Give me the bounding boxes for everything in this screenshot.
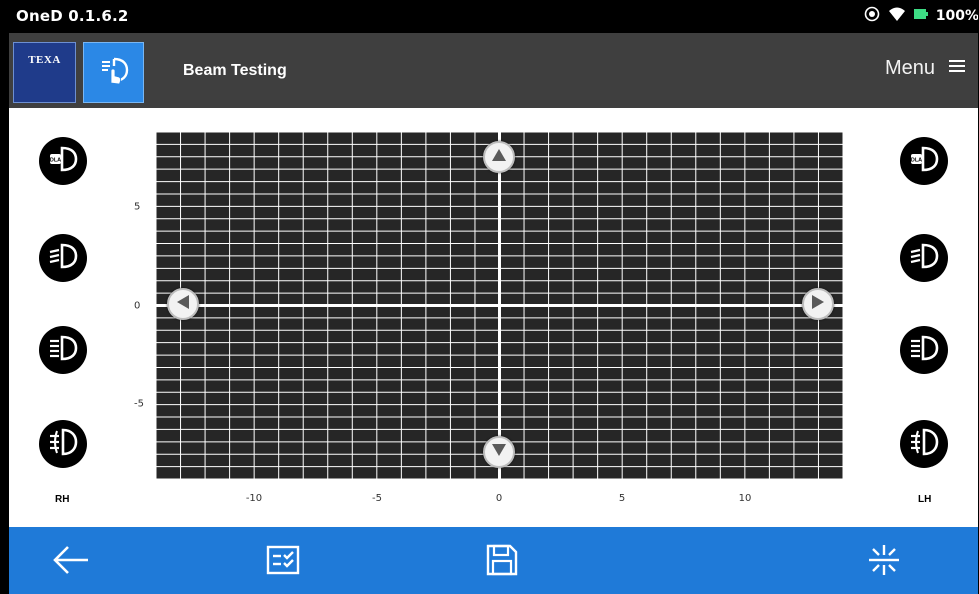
x-tick-label: -10	[245, 493, 263, 504]
floppy-disk-icon	[485, 543, 519, 582]
status-bar: OneD 0.1.6.2 100%	[9, 0, 979, 33]
move-right-button[interactable]	[802, 288, 834, 320]
app-header: TEXA Beam Testing Menu	[9, 33, 979, 108]
lh-dla-lamp-button[interactable]: DLA	[900, 137, 948, 185]
battery-icon	[913, 7, 928, 25]
battery-percent: 100%	[935, 8, 979, 24]
checklist-button[interactable]	[260, 539, 306, 585]
lh-high-beam-button[interactable]	[900, 326, 948, 374]
bottom-toolbar	[9, 527, 979, 594]
app-window: OneD 0.1.6.2 100% TEXA Beam Testing Menu…	[0, 0, 979, 594]
light-burst-icon	[866, 542, 902, 583]
move-down-button[interactable]	[483, 436, 515, 468]
move-left-button[interactable]	[167, 288, 199, 320]
lamp-settings-button[interactable]	[861, 539, 907, 585]
move-up-button[interactable]	[483, 141, 515, 173]
app-version: OneD 0.1.6.2	[16, 7, 129, 25]
lh-low-beam-button[interactable]	[900, 234, 948, 282]
y-tick-label: 5	[134, 201, 141, 213]
menu-button[interactable]: Menu	[885, 57, 965, 80]
fog-light-icon	[47, 427, 79, 462]
dla-badge: DLA	[50, 157, 61, 163]
dla-badge: DLA	[911, 157, 922, 163]
y-tick-label: 0	[134, 300, 141, 312]
page-title: Beam Testing	[183, 62, 287, 79]
rh-dla-lamp-button[interactable]: DLA	[39, 137, 87, 185]
triangle-down-icon	[491, 443, 507, 462]
record-icon	[864, 6, 880, 27]
back-button[interactable]	[48, 539, 94, 585]
low-beam-icon	[47, 242, 79, 275]
headlight-touch-icon	[97, 53, 131, 92]
status-icons: 100%	[864, 6, 979, 27]
dla-headlight-icon: DLA	[47, 145, 79, 178]
checklist-icon	[266, 543, 300, 582]
rh-label: RH	[55, 494, 70, 505]
rh-low-beam-button[interactable]	[39, 234, 87, 282]
y-tick-label: -5	[134, 398, 144, 410]
lh-label: LH	[918, 494, 932, 505]
fog-light-icon	[908, 427, 940, 462]
high-beam-icon	[47, 334, 79, 367]
triangle-left-icon	[176, 294, 190, 315]
grid-canvas	[156, 132, 843, 479]
low-beam-icon	[908, 242, 940, 275]
arrow-left-icon	[52, 545, 90, 580]
texa-logo[interactable]: TEXA	[13, 42, 76, 103]
save-button[interactable]	[479, 539, 525, 585]
x-tick-label: -5	[372, 493, 382, 504]
rh-high-beam-button[interactable]	[39, 326, 87, 374]
logo-text: TEXA	[28, 54, 61, 66]
triangle-right-icon	[811, 294, 825, 315]
menu-label: Menu	[884, 57, 935, 79]
left-bezel	[0, 0, 9, 594]
x-tick-label: 5	[618, 493, 626, 504]
x-tick-label: 10	[738, 493, 752, 504]
beam-grid[interactable]	[156, 132, 843, 479]
rh-fog-lamp-button[interactable]	[39, 420, 87, 468]
dla-headlight-icon: DLA	[908, 145, 940, 178]
x-tick-label: 0	[495, 493, 503, 504]
triangle-up-icon	[491, 148, 507, 167]
wifi-icon	[888, 6, 906, 27]
high-beam-icon	[908, 334, 940, 367]
hamburger-icon	[949, 59, 965, 78]
module-button[interactable]	[83, 42, 144, 103]
lh-fog-lamp-button[interactable]	[900, 420, 948, 468]
